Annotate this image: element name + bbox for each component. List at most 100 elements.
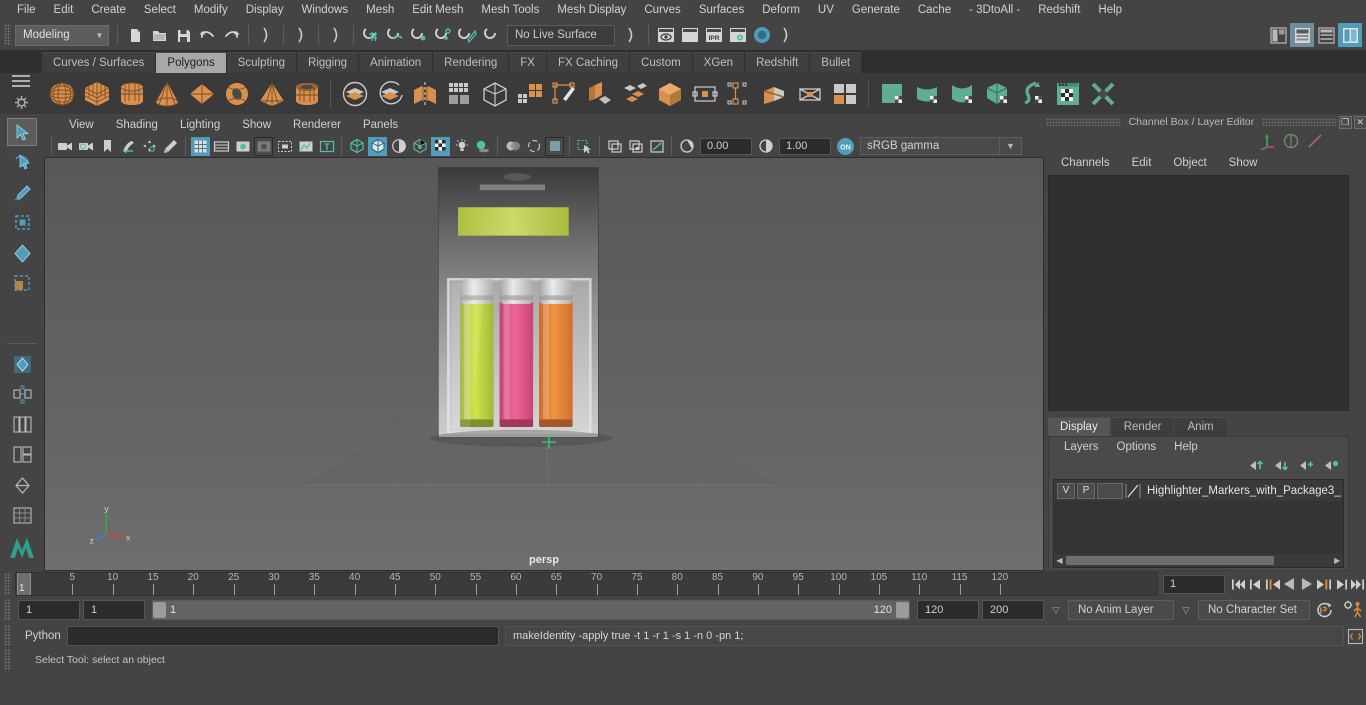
poly-cube-icon[interactable] — [79, 76, 114, 111]
menu-item-display[interactable]: Display — [237, 0, 293, 20]
menu-item-edit-mesh[interactable]: Edit Mesh — [403, 0, 472, 20]
statusline-grip-handle[interactable] — [4, 24, 11, 46]
grid-toggle-icon[interactable] — [191, 136, 210, 156]
view-image-icon[interactable] — [626, 137, 645, 156]
show-hide-channel-box-button[interactable] — [1338, 23, 1362, 47]
shelf-tab-fx-caching[interactable]: FX Caching — [546, 52, 630, 73]
shelf-tab-curves-surfaces[interactable]: Curves / Surfaces — [42, 52, 156, 73]
timeslider-grip-handle[interactable] — [4, 573, 11, 595]
uv-editor-icon[interactable] — [1050, 76, 1085, 111]
render-settings-button[interactable] — [726, 23, 750, 47]
menu-item-select[interactable]: Select — [135, 0, 185, 20]
layer-color-swatch[interactable] — [1124, 482, 1142, 499]
shelf-tab-polygons[interactable]: Polygons — [156, 52, 226, 73]
move-layer-up-icon[interactable] — [1248, 459, 1265, 475]
show-render-view-button[interactable] — [654, 23, 678, 47]
layer-menu-layers[interactable]: Layers — [1055, 441, 1108, 453]
menu-item-uv[interactable]: UV — [809, 0, 843, 20]
text-hud-icon[interactable]: T — [317, 137, 336, 156]
panel-drag-dots-right[interactable] — [1262, 118, 1337, 126]
texture-display-icon[interactable] — [431, 136, 450, 156]
panel-drag-dots-left[interactable] — [1046, 118, 1121, 126]
film-gate-icon[interactable] — [212, 137, 231, 156]
uv-automatic-mapping-icon[interactable] — [980, 76, 1015, 111]
uv-planar-mapping-icon[interactable] — [875, 76, 910, 111]
menu-item-redshift[interactable]: Redshift — [1029, 0, 1089, 20]
layer-visibility-toggle[interactable]: V — [1057, 482, 1075, 499]
range-slider-left-handle[interactable] — [153, 602, 166, 618]
select-by-component-button[interactable] — [324, 23, 348, 47]
uv-cut-icon[interactable] — [1085, 76, 1120, 111]
menu-item-mesh-tools[interactable]: Mesh Tools — [472, 0, 548, 20]
poly-cone-icon[interactable] — [149, 76, 184, 111]
show-hide-modeling-toolkit-button[interactable] — [1266, 23, 1290, 47]
color-management-toggle[interactable]: ON — [835, 136, 855, 156]
poly-pyramid-icon[interactable] — [254, 76, 289, 111]
scroll-right-arrow-icon[interactable]: ▶ — [1332, 556, 1343, 565]
poly-target-weld-icon[interactable] — [687, 76, 722, 111]
poly-subdiv-grid-icon[interactable] — [442, 76, 477, 111]
range-slider-right-handle[interactable] — [896, 602, 909, 618]
command-input-field[interactable] — [67, 626, 499, 646]
exposure-value-field[interactable]: 0.00 — [700, 137, 752, 155]
layer-playback-toggle[interactable]: P — [1077, 482, 1095, 499]
snap-to-projected-center-button[interactable] — [431, 23, 455, 47]
poly-sphere-icon[interactable] — [44, 76, 79, 111]
poly-bridge-icon[interactable] — [722, 76, 757, 111]
poly-pipe-icon[interactable] — [289, 76, 324, 111]
menu-item-surfaces[interactable]: Surfaces — [690, 0, 753, 20]
flat-shading-icon[interactable] — [410, 137, 429, 156]
bookmark-icon[interactable] — [98, 137, 117, 156]
hypergraph-layout-button[interactable] — [7, 471, 37, 499]
open-scene-button[interactable] — [147, 23, 171, 47]
camera-attributes-icon[interactable] — [77, 137, 96, 156]
menu-item-deform[interactable]: Deform — [753, 0, 809, 20]
menu-item-generate[interactable]: Generate — [843, 0, 909, 20]
color-management-select[interactable]: sRGB gamma — [860, 137, 1000, 155]
snapshot-icon[interactable] — [605, 137, 624, 156]
select-tool[interactable] — [7, 118, 37, 147]
viewport-menu-lighting[interactable]: Lighting — [169, 119, 231, 131]
snap-to-point-button[interactable] — [407, 23, 431, 47]
viewport-menu-panels[interactable]: Panels — [352, 119, 409, 131]
snap-to-grid-button[interactable] — [359, 23, 383, 47]
shaded-wireframe-icon[interactable] — [389, 137, 408, 156]
poly-cylinder-icon[interactable] — [114, 76, 149, 111]
layer-tab-display[interactable]: Display — [1048, 417, 1110, 436]
chevron-down-icon[interactable]: ▼ — [1000, 137, 1022, 155]
character-set-selector[interactable]: No Character Set — [1198, 600, 1310, 620]
current-frame-field[interactable]: 1 — [1163, 574, 1225, 594]
exposure-icon[interactable] — [677, 137, 696, 156]
last-tool-button[interactable] — [7, 350, 37, 378]
chevron-down-icon-2[interactable]: ▽ — [1177, 605, 1195, 616]
menu-item-windows[interactable]: Windows — [292, 0, 357, 20]
uv-unfold-icon[interactable] — [1015, 76, 1050, 111]
select-by-hierarchy-button[interactable] — [254, 23, 278, 47]
time-slider[interactable]: 1 5 10 15 20 25 30 35 40 45 50 55 60 65 70 75 80 85 90 95 1… — [15, 572, 1158, 596]
show-manipulators-icon[interactable] — [1255, 129, 1279, 153]
close-panel-button[interactable]: ✕ — [1353, 115, 1366, 129]
new-scene-button[interactable] — [123, 23, 147, 47]
auto-keyframe-button[interactable] — [1313, 599, 1337, 621]
undock-panel-button[interactable]: ❐ — [1338, 115, 1352, 129]
use-all-lights-icon[interactable] — [452, 137, 471, 156]
viewport-3d[interactable]: y x z persp — [44, 157, 1044, 571]
shelf-tab-redshift[interactable]: Redshift — [745, 52, 810, 73]
select-by-hierarchy-3-button[interactable] — [774, 23, 798, 47]
default-manipulator-icon[interactable] — [1303, 129, 1327, 153]
outliner-layout-button[interactable] — [7, 441, 37, 469]
mirror-geometry-icon[interactable] — [407, 76, 442, 111]
commandline-grip-handle[interactable] — [4, 625, 11, 647]
viewport-menu-show[interactable]: Show — [231, 119, 282, 131]
poly-combine-icon[interactable] — [652, 76, 687, 111]
view-sequence-icon[interactable] — [647, 137, 666, 156]
go-to-start-button[interactable] — [1230, 573, 1247, 595]
menu-item-file[interactable]: File — [8, 0, 45, 20]
menu-item-create[interactable]: Create — [82, 0, 135, 20]
move-tool[interactable] — [7, 209, 37, 237]
exposure-region-icon[interactable] — [275, 137, 294, 156]
viewport-menu-shading[interactable]: Shading — [105, 119, 169, 131]
live-surface-field[interactable]: No Live Surface — [507, 24, 615, 46]
grease-pencil-icon[interactable] — [161, 137, 180, 156]
shelf-tab-rendering[interactable]: Rendering — [433, 52, 509, 73]
